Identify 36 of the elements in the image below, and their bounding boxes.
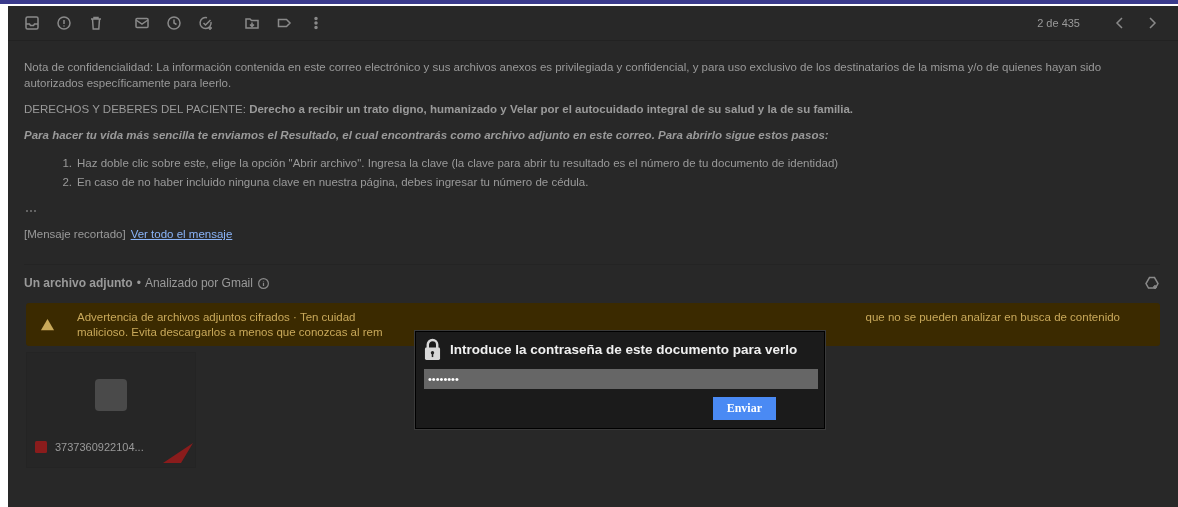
view-full-message-link[interactable]: Ver todo el mensaje: [130, 228, 233, 240]
archive-icon[interactable]: [24, 15, 40, 31]
delete-icon[interactable]: [88, 15, 104, 31]
step-text: Haz doble clic sobre este, elige la opción "Abrir archivo". Ingresa la clave (la clave para abrir tu resultado es el número de tu documento de identidad): [77, 156, 839, 171]
step-number: 1.: [61, 156, 72, 171]
scan-status: Analizado por Gmail: [144, 276, 253, 290]
warning-text: Advertencia de archivos adjuntos cifrados · Ten cuidad: [77, 309, 356, 325]
warning-text: malicioso. Evita descargarlos a menos que conozcas al rem: [77, 324, 383, 340]
clock-icon[interactable]: [166, 15, 182, 31]
envelope-icon[interactable]: [134, 15, 150, 31]
dialog-title: Introduce la contraseña de este documento para verlo: [450, 342, 798, 357]
submit-button[interactable]: Enviar: [712, 397, 776, 420]
step-text: En caso de no haber incluido ninguna clave en nuestra página, debes ingresar tu número de cédula.: [77, 175, 589, 190]
file-thumbnail: [95, 379, 127, 411]
ellipsis-icon[interactable]: [24, 208, 38, 214]
file-name: 3737360922104...: [55, 441, 144, 453]
patient-rights-text: DERECHOS Y DEBERES DEL PACIENTE: Derecho a recibir un trato digno, humanizado y Velar por el autocuidado integral de su salud y la de su familia.: [24, 102, 855, 117]
password-field[interactable]: ••••••••: [424, 369, 818, 389]
report-icon[interactable]: [56, 15, 72, 31]
warning-text: que no se pueden analizar en busca de contenido: [865, 309, 1120, 325]
warning-icon: [40, 317, 55, 332]
clipped-message-note: [Mensaje recortado]: [24, 228, 126, 240]
attachment-card[interactable]: 3737360922104...: [26, 352, 196, 468]
pdf-file-icon: [35, 441, 47, 453]
add-task-icon[interactable]: [198, 15, 214, 31]
drive-add-icon[interactable]: [1144, 275, 1160, 291]
instructions-intro: Para hacer tu vida más sencilla te enviamos el Resultado, el cual encontrarás como archivo adjunto en este correo. Para abrirlo sigue estos pasos:: [24, 128, 830, 143]
page-counter: 2 de 435: [1037, 17, 1080, 29]
separator-dot: •: [136, 276, 141, 290]
corner-fold-icon: [163, 443, 193, 463]
attachments-heading: Un archivo adjunto: [24, 276, 133, 290]
confidentiality-notice: Nota de confidencialidad: La información contenida en este correo electrónico y sus archivos anexos es privilegiada y confidencial, y para uso exclusivo de los destinatarios de la misma y/o de quienes hayan sido autorizados específicamente para leerlo.: [24, 60, 1103, 91]
step-number: 2.: [61, 175, 72, 190]
info-icon[interactable]: [256, 276, 270, 290]
folder-icon[interactable]: [244, 15, 260, 31]
lock-icon: [424, 338, 441, 361]
